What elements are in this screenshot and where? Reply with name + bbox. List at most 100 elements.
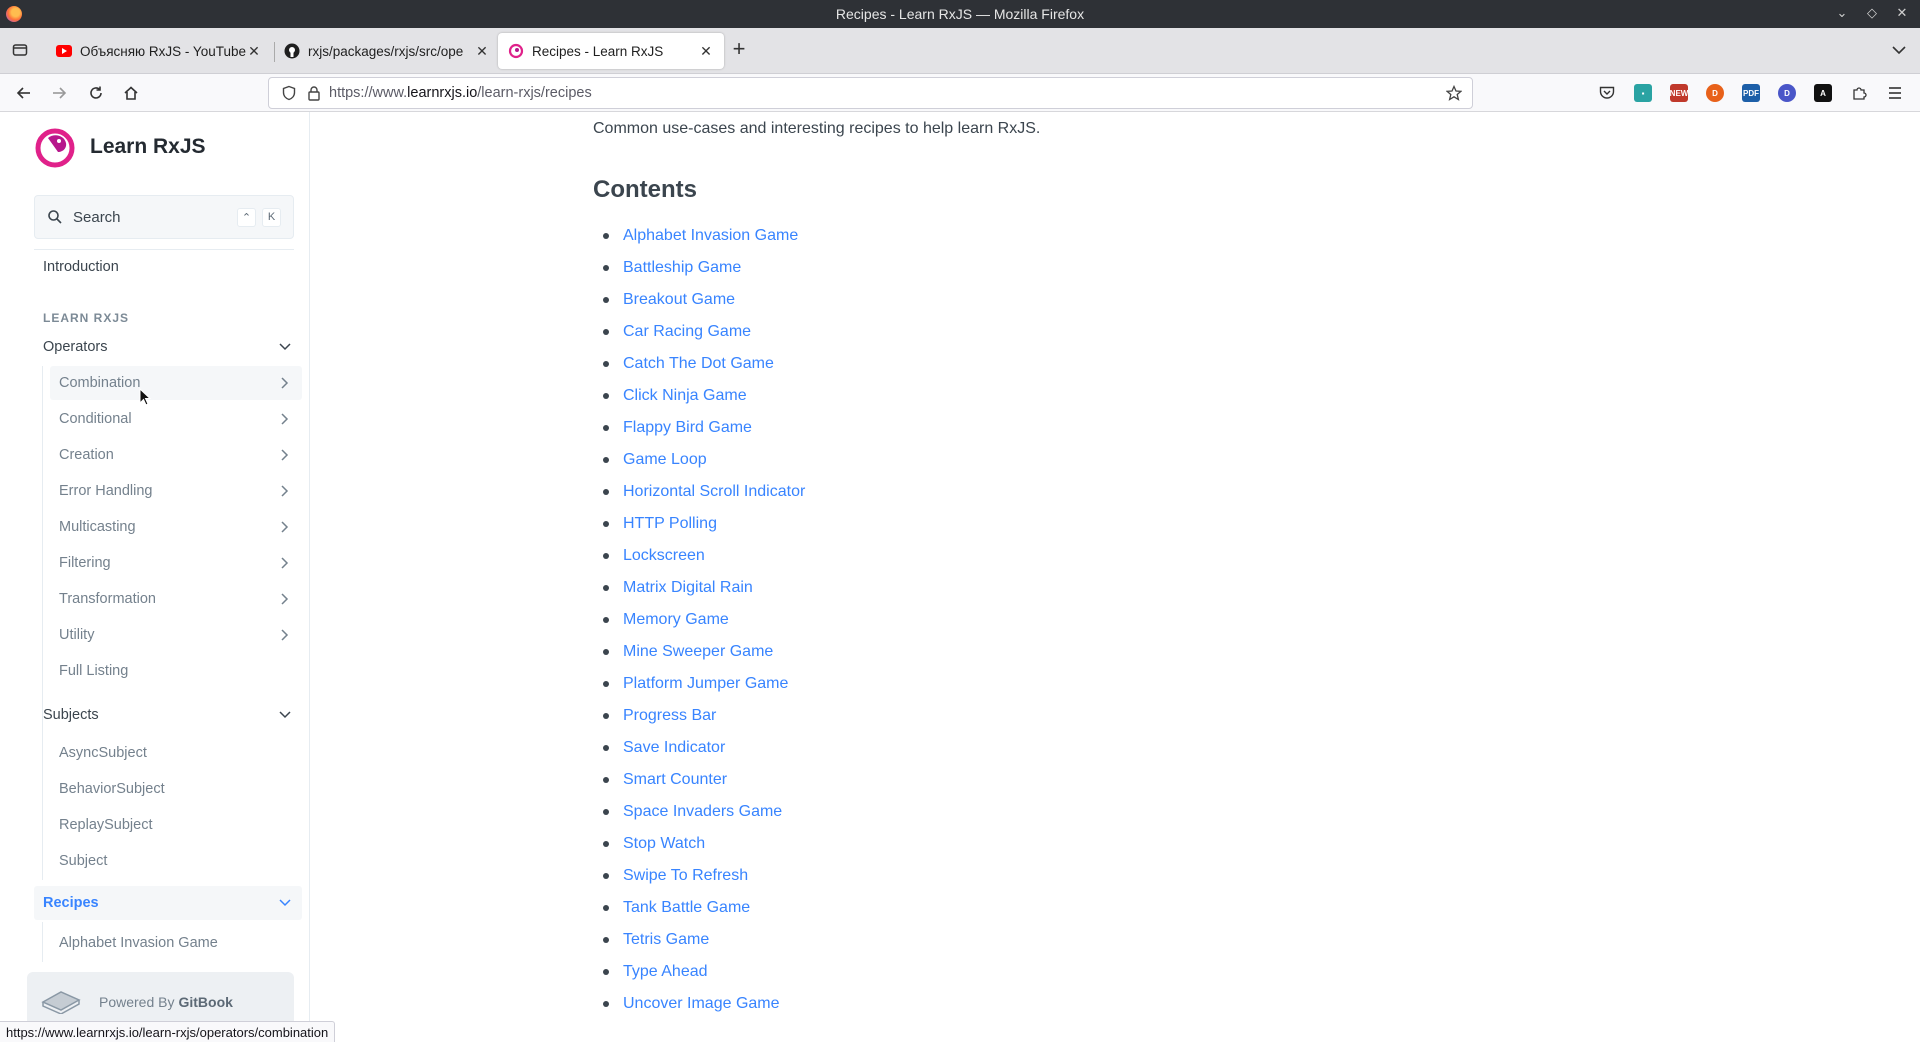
list-all-tabs-icon[interactable]	[1892, 42, 1906, 60]
recipe-link[interactable]: HTTP Polling	[623, 515, 717, 533]
recipe-link[interactable]: Uncover Image Game	[623, 995, 780, 1013]
recipe-link[interactable]: Catch The Dot Game	[623, 355, 774, 373]
a-extension-icon[interactable]: A	[1814, 84, 1832, 102]
list-item: Breakout Game	[593, 284, 805, 316]
recipe-link[interactable]: Battleship Game	[623, 259, 741, 277]
sidebar-item-error-handling[interactable]: Error Handling	[50, 474, 302, 508]
recipe-link[interactable]: Progress Bar	[623, 707, 716, 725]
tab-strip: Объясняю RxJS - YouTube ✕ rxjs/packages/…	[0, 28, 1920, 74]
recipe-link[interactable]: Car Racing Game	[623, 323, 751, 341]
close-window-icon[interactable]: ✕	[1894, 4, 1910, 22]
tracking-protection-icon[interactable]	[281, 85, 297, 106]
address-bar[interactable]: https://www.learnrxjs.io/learn-rxjs/reci…	[268, 77, 1473, 109]
recipe-link[interactable]: Tetris Game	[623, 931, 709, 949]
recipe-link[interactable]: Stop Watch	[623, 835, 705, 853]
recipe-link[interactable]: Smart Counter	[623, 771, 727, 789]
chevron-right-icon	[281, 485, 289, 497]
mouse-cursor-icon	[139, 388, 151, 406]
sidebar-item-recipes[interactable]: Recipes	[34, 886, 302, 920]
sidebar-item-conditional[interactable]: Conditional	[50, 402, 302, 436]
recipe-link[interactable]: Game Loop	[623, 451, 707, 469]
pdf-icon[interactable]: PDF	[1742, 84, 1760, 102]
shortcut-key: ⌃	[237, 207, 256, 227]
url-text[interactable]: https://www.learnrxjs.io/learn-rxjs/reci…	[329, 85, 592, 101]
list-item: Save Indicator	[593, 732, 805, 764]
tab-label: Recipes - Learn RxJS	[532, 43, 664, 59]
list-item: Stop Watch	[593, 828, 805, 860]
recipe-link[interactable]: Platform Jumper Game	[623, 675, 788, 693]
recipe-link[interactable]: Horizontal Scroll Indicator	[623, 483, 805, 501]
list-item: Horizontal Scroll Indicator	[593, 476, 805, 508]
close-tab-icon[interactable]: ✕	[246, 43, 262, 59]
sidebar-item-creation[interactable]: Creation	[50, 438, 302, 472]
duckduckgo-icon[interactable]: D	[1706, 84, 1724, 102]
window-titlebar: Recipes - Learn RxJS — Mozilla Firefox ⌄…	[0, 0, 1920, 28]
recipe-link[interactable]: Lockscreen	[623, 547, 705, 565]
bookmark-star-icon[interactable]	[1445, 84, 1463, 106]
tab-youtube[interactable]: Объясняю RxJS - YouTube ✕	[46, 33, 272, 69]
extensions-puzzle-icon[interactable]	[1850, 84, 1868, 102]
forward-icon[interactable]	[49, 83, 69, 103]
close-tab-icon[interactable]: ✕	[698, 43, 714, 59]
sidebar-item-introduction[interactable]: Introduction	[34, 250, 302, 284]
brand[interactable]: Learn RxJS	[34, 126, 206, 168]
recipe-link[interactable]: Alphabet Invasion Game	[623, 227, 798, 245]
recipe-link[interactable]: Space Invaders Game	[623, 803, 782, 821]
pocket-icon[interactable]	[1598, 84, 1616, 102]
sidebar-item-filtering[interactable]: Filtering	[50, 546, 302, 580]
sidebar-item-subjects[interactable]: Subjects	[34, 698, 302, 732]
minimize-icon[interactable]: ⌄	[1834, 4, 1850, 22]
search-input[interactable]: Search ⌃ K	[34, 195, 294, 239]
sidebar-item-alphabet-invasion-game[interactable]: Alphabet Invasion Game	[50, 926, 302, 960]
sidebar-item-combination[interactable]: Combination	[50, 366, 302, 400]
recipe-link[interactable]: Matrix Digital Rain	[623, 579, 753, 597]
list-item: Game Loop	[593, 444, 805, 476]
save-extension-icon[interactable]: ▪	[1634, 84, 1652, 102]
restore-icon[interactable]: ◇	[1864, 4, 1880, 22]
recipe-link[interactable]: Click Ninja Game	[623, 387, 747, 405]
d-extension-icon[interactable]: D	[1778, 84, 1796, 102]
list-item: Platform Jumper Game	[593, 668, 805, 700]
firefox-view-icon[interactable]	[10, 40, 30, 60]
sidebar-item-utility[interactable]: Utility	[50, 618, 302, 652]
list-item: Tank Battle Game	[593, 892, 805, 924]
recipe-link[interactable]: Breakout Game	[623, 291, 735, 309]
back-icon[interactable]	[14, 83, 34, 103]
tab-github[interactable]: rxjs/packages/rxjs/src/ope ✕	[274, 33, 500, 69]
lock-icon[interactable]	[307, 85, 321, 106]
sidebar-item-multicasting[interactable]: Multicasting	[50, 510, 302, 544]
search-icon	[47, 209, 63, 225]
sidebar-item-replaysubject[interactable]: ReplaySubject	[50, 808, 302, 842]
status-bar-url: https://www.learnrxjs.io/learn-rxjs/oper…	[0, 1021, 336, 1042]
recipe-link[interactable]: Swipe To Refresh	[623, 867, 748, 885]
chevron-right-icon	[281, 557, 289, 569]
contents-heading: Contents	[593, 176, 697, 203]
tab-learnrxjs[interactable]: Recipes - Learn RxJS ✕	[498, 33, 724, 69]
list-item: Matrix Digital Rain	[593, 572, 805, 604]
list-item: Alphabet Invasion Game	[593, 220, 805, 252]
sidebar-item-operators[interactable]: Operators	[34, 330, 302, 364]
recipe-link[interactable]: Memory Game	[623, 611, 729, 629]
app-menu-icon[interactable]	[1886, 84, 1904, 102]
new-tab-button[interactable]: +	[728, 38, 750, 61]
recipe-link[interactable]: Save Indicator	[623, 739, 725, 757]
close-tab-icon[interactable]: ✕	[474, 43, 490, 59]
window-title: Recipes - Learn RxJS — Mozilla Firefox	[835, 6, 1085, 22]
new-extension-icon[interactable]: NEW	[1670, 84, 1688, 102]
recipe-link[interactable]: Mine Sweeper Game	[623, 643, 773, 661]
sidebar-item-asyncsubject[interactable]: AsyncSubject	[50, 736, 302, 770]
list-item: Car Racing Game	[593, 316, 805, 348]
sidebar-item-transformation[interactable]: Transformation	[50, 582, 302, 616]
sidebar-item-behaviorsubject[interactable]: BehaviorSubject	[50, 772, 302, 806]
recipe-link[interactable]: Type Ahead	[623, 963, 708, 981]
recipe-link[interactable]: Tank Battle Game	[623, 899, 750, 917]
list-item: Uncover Image Game	[593, 988, 805, 1020]
recipe-link[interactable]: Flappy Bird Game	[623, 419, 752, 437]
list-item: Flappy Bird Game	[593, 412, 805, 444]
sidebar: Learn RxJS Search ⌃ K Introduction LEARN…	[0, 112, 310, 1042]
home-icon[interactable]	[121, 83, 141, 103]
sidebar-item-subject[interactable]: Subject	[50, 844, 302, 878]
reload-icon[interactable]	[86, 83, 106, 103]
sidebar-item-full-listing[interactable]: Full Listing	[50, 654, 302, 688]
list-item: Battleship Game	[593, 252, 805, 284]
